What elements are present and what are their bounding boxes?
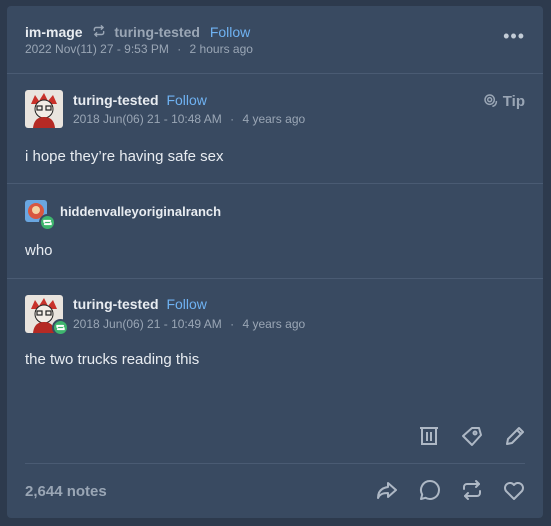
divider <box>7 278 543 279</box>
post-text-1: i hope they’re having safe sex <box>25 148 224 165</box>
edit-post-button[interactable] <box>503 424 527 448</box>
header-meta: 2022 Nov(11) 27 - 9:53 PM · 2 hours ago <box>25 42 253 56</box>
header-username[interactable]: im-mage <box>25 24 83 40</box>
tag-icon <box>462 427 482 446</box>
post-timestamp[interactable]: 2018 Jun(06) 21 - 10:49 AM <box>73 317 222 331</box>
post-header: im-mage turing-tested Follow <box>25 23 250 41</box>
post-relative-time: 4 years ago <box>242 317 306 331</box>
post-relative-time: 4 years ago <box>242 112 306 126</box>
follow-link[interactable]: Follow <box>166 92 206 108</box>
follow-link[interactable]: Follow <box>166 296 206 312</box>
reblog-badge-icon <box>52 319 69 336</box>
heart-icon <box>504 482 524 500</box>
divider <box>7 73 543 74</box>
trash-icon <box>420 427 438 445</box>
tip-icon <box>484 94 497 108</box>
pencil-icon <box>506 427 524 445</box>
reblog-badge-icon <box>39 214 56 231</box>
more-options-button[interactable]: ••• <box>503 26 525 47</box>
reply-button[interactable] <box>418 478 442 502</box>
share-button[interactable] <box>375 478 399 502</box>
post-meta-1: 2018 Jun(06) 21 - 10:48 AM · 4 years ago <box>73 112 305 126</box>
share-icon <box>377 482 397 499</box>
post-meta-3: 2018 Jun(06) 21 - 10:49 AM · 4 years ago <box>73 317 305 331</box>
post-username[interactable]: turing-tested <box>73 92 159 108</box>
notes-count[interactable]: 2,644 notes <box>25 483 107 500</box>
divider <box>25 463 525 464</box>
reblog-icon <box>463 480 481 500</box>
header-relative-time: 2 hours ago <box>189 42 253 56</box>
header-follow-link[interactable]: Follow <box>210 24 250 40</box>
post-timestamp[interactable]: 2018 Jun(06) 21 - 10:48 AM <box>73 112 222 126</box>
post-card: im-mage turing-tested Follow 2022 Nov(11… <box>7 6 543 518</box>
avatar[interactable] <box>25 90 63 128</box>
header-reblogged-from[interactable]: turing-tested <box>114 24 200 40</box>
post-username[interactable]: hiddenvalleyoriginalranch <box>60 204 221 219</box>
post-text-2: who <box>25 242 53 259</box>
comment-icon <box>420 480 440 500</box>
meta-separator: · <box>177 42 182 56</box>
like-button[interactable] <box>502 478 526 502</box>
tip-label: Tip <box>502 93 525 110</box>
post-text-3: the two trucks reading this <box>25 351 200 368</box>
post-author-1: turing-tested Follow <box>73 92 207 108</box>
meta-separator: · <box>230 317 235 331</box>
divider <box>7 183 543 184</box>
header-timestamp[interactable]: 2022 Nov(11) 27 - 9:53 PM <box>25 42 169 56</box>
reblog-button[interactable] <box>460 478 484 502</box>
reblog-icon <box>92 24 106 41</box>
post-author-3: turing-tested Follow <box>73 296 207 312</box>
post-username[interactable]: turing-tested <box>73 296 159 312</box>
meta-separator: · <box>230 112 235 126</box>
tip-button[interactable]: Tip <box>483 93 525 110</box>
edit-tags-button[interactable] <box>460 424 484 448</box>
delete-button[interactable] <box>417 424 441 448</box>
